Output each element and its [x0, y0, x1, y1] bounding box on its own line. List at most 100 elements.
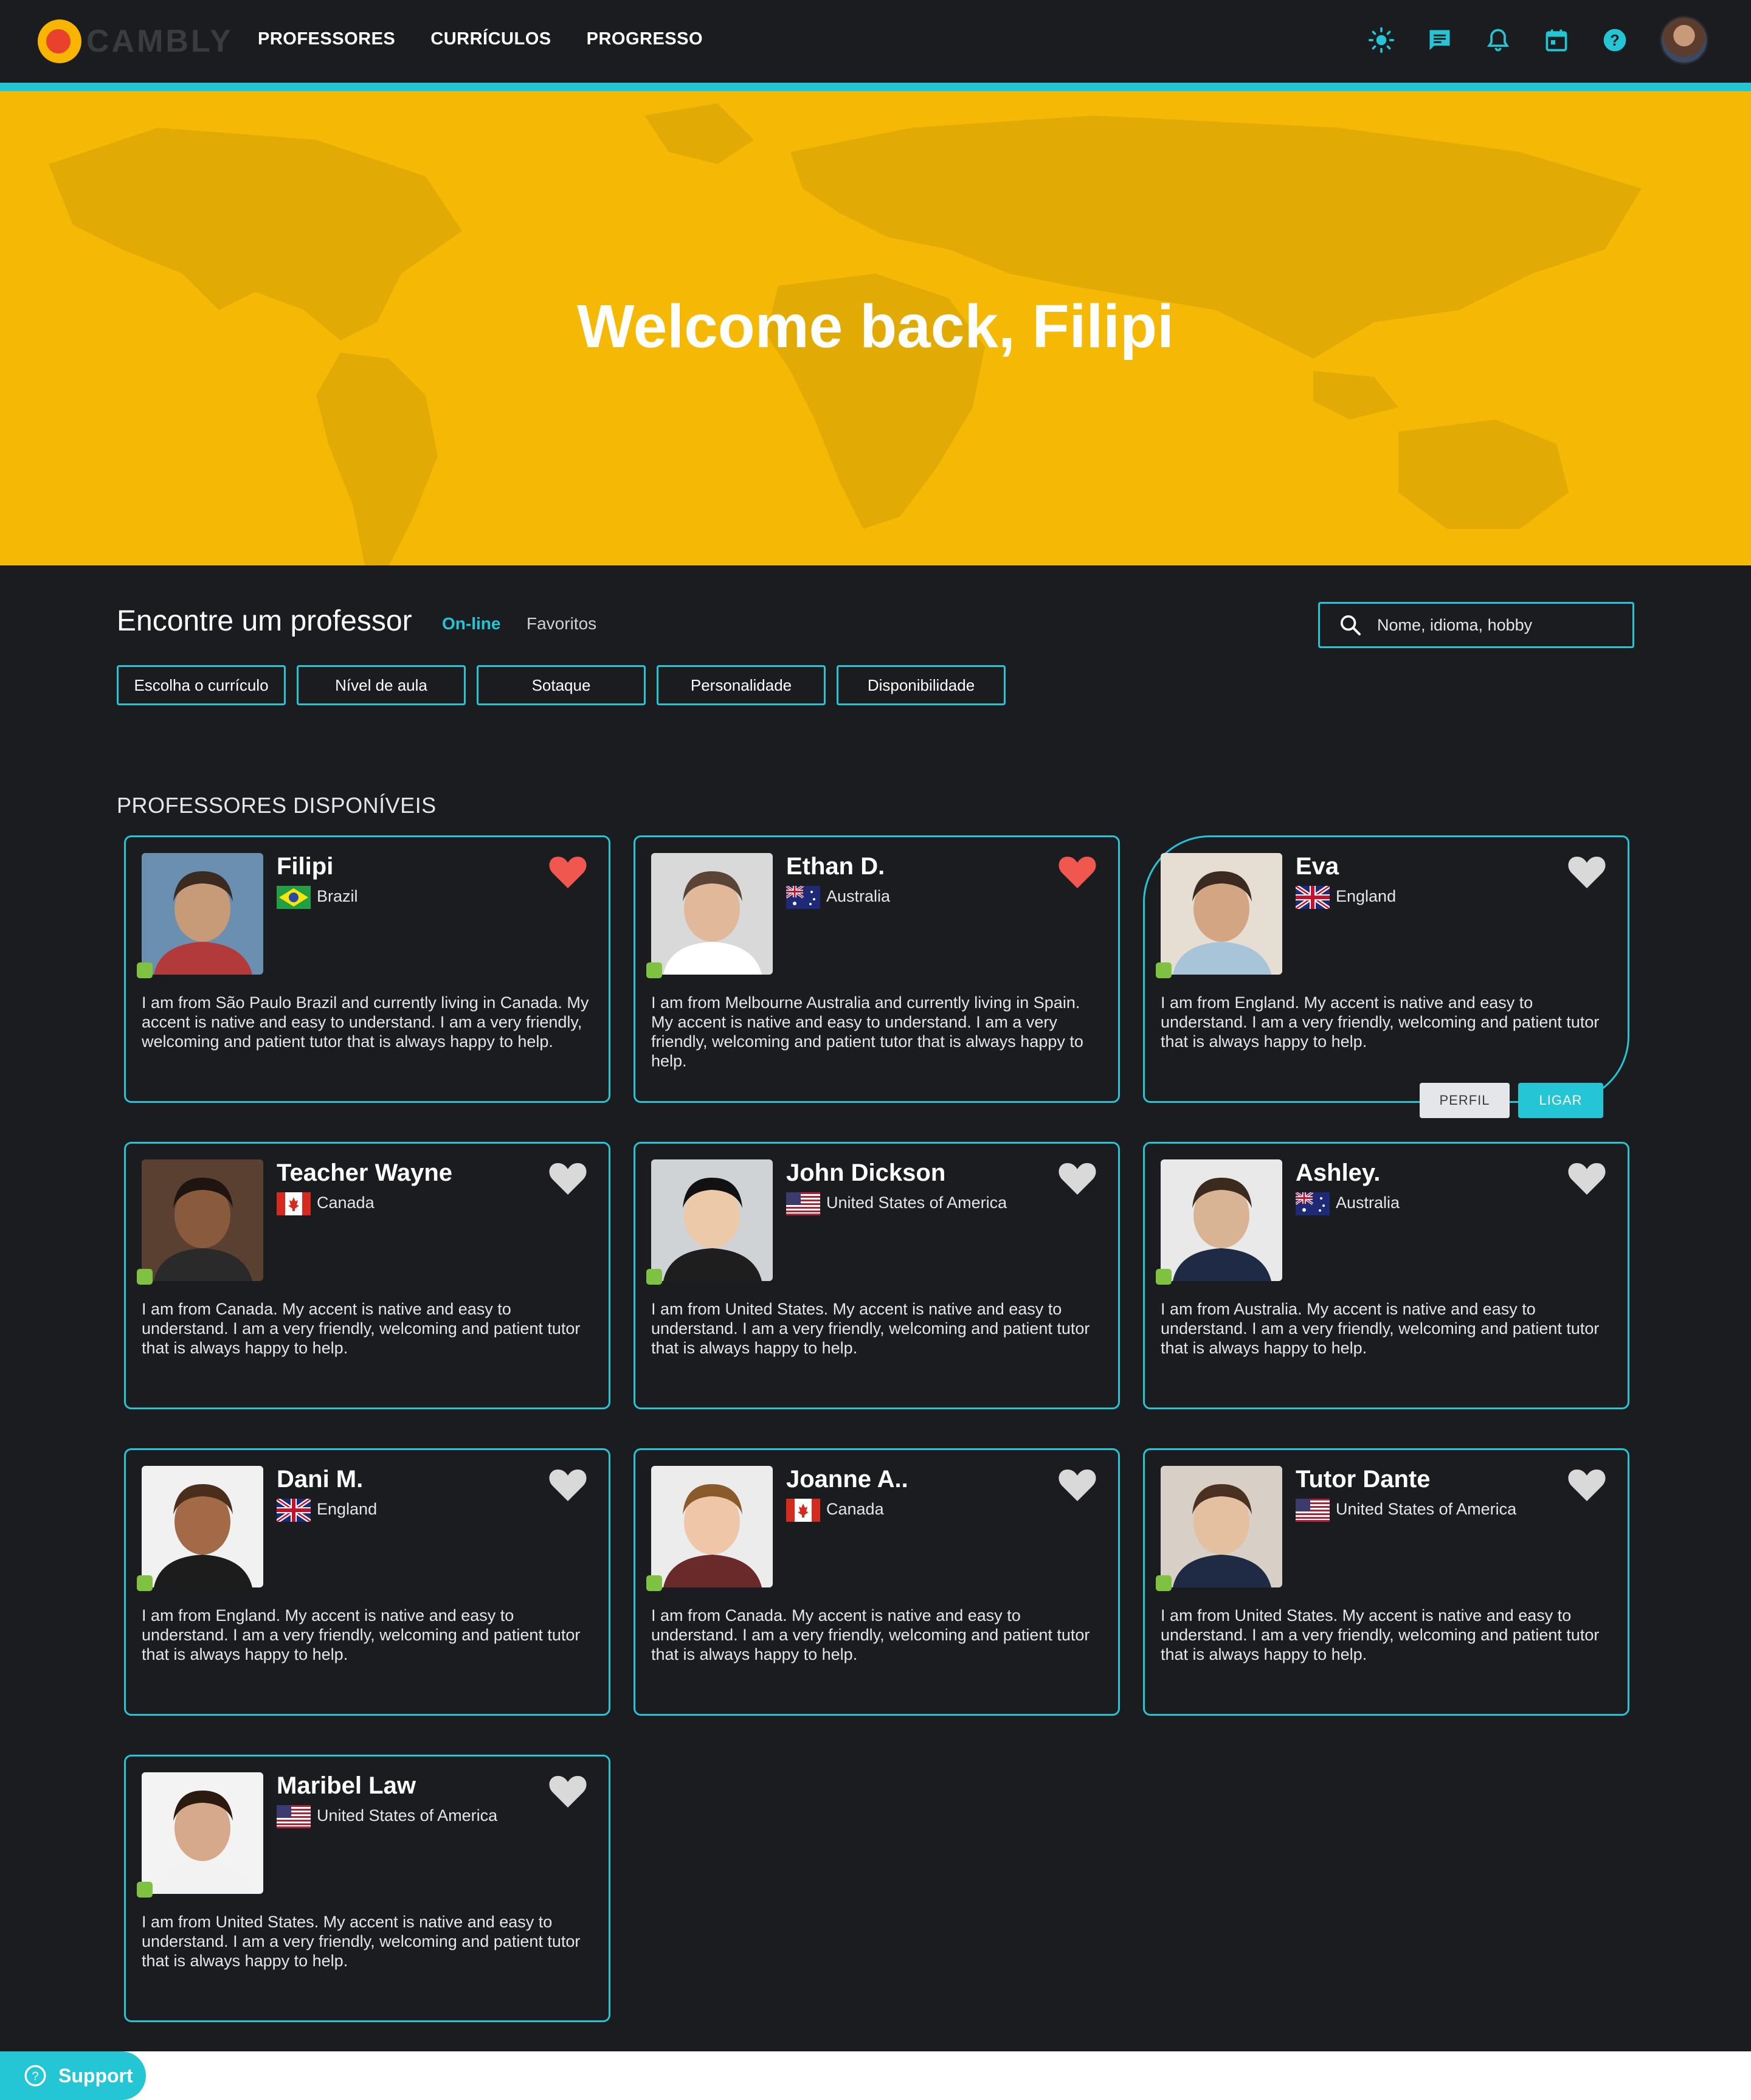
footer-bar [0, 2051, 1751, 2100]
favorite-heart-icon[interactable] [548, 1467, 588, 1504]
welcome-hero-banner: Welcome back, Filipi [0, 91, 1751, 565]
favorite-heart-icon[interactable] [1057, 1467, 1097, 1504]
brazil-flag-icon [277, 886, 311, 909]
teacher-card[interactable]: Eva England I am from England. My accent i… [1143, 835, 1629, 1118]
canada-flag-icon [786, 1499, 820, 1522]
filter-accent[interactable]: Sotaque [477, 665, 646, 705]
svg-text:?: ? [32, 2070, 38, 2084]
favorite-heart-icon[interactable] [1567, 1467, 1607, 1504]
teacher-country: United States of America [826, 1193, 1007, 1212]
calendar-icon[interactable] [1543, 27, 1570, 54]
teacher-photo[interactable] [142, 1772, 263, 1894]
tab-favorites[interactable]: Favoritos [527, 614, 596, 634]
uk-flag-icon [1296, 886, 1330, 909]
header-accent-line [0, 83, 1751, 91]
header-actions: ? [1368, 16, 1708, 64]
teacher-name: Joanne A.. [786, 1466, 908, 1493]
online-status-indicator [1156, 1269, 1172, 1285]
profile-button[interactable]: PERFIL [1420, 1083, 1510, 1118]
help-circle-icon: ? [24, 2065, 46, 2087]
australia-flag-icon [786, 886, 820, 909]
online-status-indicator [137, 1882, 153, 1898]
teacher-country: Canada [826, 1500, 884, 1518]
teacher-country: Brazil [317, 887, 358, 905]
nav-curriculos[interactable]: CURRÍCULOS [430, 29, 551, 49]
online-status-indicator [646, 1269, 662, 1285]
canada-flag-icon [277, 1192, 311, 1215]
teacher-photo[interactable] [142, 1466, 263, 1587]
teacher-name: Maribel Law [277, 1772, 416, 1799]
teacher-photo[interactable] [651, 853, 773, 975]
online-status-indicator [137, 1575, 153, 1591]
theme-sun-icon[interactable] [1368, 27, 1395, 54]
main-nav: PROFESSORES CURRÍCULOS PROGRESSO [258, 29, 703, 49]
teacher-name: John Dickson [786, 1159, 946, 1186]
search-input[interactable] [1377, 615, 1620, 635]
australia-flag-icon [1296, 1192, 1330, 1215]
teacher-card[interactable]: Ethan D. Australia I am from Melbourne Aus… [634, 835, 1120, 1103]
cambly-logo[interactable]: CAMBLY [38, 17, 233, 66]
favorite-heart-icon[interactable] [1567, 1161, 1607, 1197]
favorite-heart-icon[interactable] [548, 1161, 588, 1197]
teacher-name: Dani M. [277, 1466, 364, 1493]
teacher-country: United States of America [317, 1806, 498, 1825]
help-icon[interactable]: ? [1601, 27, 1628, 54]
teacher-photo[interactable] [651, 1466, 773, 1587]
teacher-card[interactable]: Teacher Wayne Canada I am from Canada. My … [124, 1142, 610, 1409]
teacher-country: United States of America [1336, 1500, 1517, 1518]
teacher-card[interactable]: John Dickson United States of America I am… [634, 1142, 1120, 1409]
support-button[interactable]: ? Support [0, 2051, 146, 2100]
teacher-photo[interactable] [1161, 853, 1282, 975]
teacher-name: Tutor Dante [1296, 1466, 1431, 1493]
nav-progresso[interactable]: PROGRESSO [587, 29, 703, 49]
favorite-heart-icon[interactable] [1567, 854, 1607, 891]
teacher-country: England [1336, 887, 1397, 905]
teacher-country: Australia [1336, 1193, 1400, 1212]
teacher-card[interactable]: Dani M. England I am from England. My acce… [124, 1448, 610, 1716]
online-status-indicator [646, 962, 662, 978]
favorite-heart-icon[interactable] [1057, 1161, 1097, 1197]
bird-logo-icon [38, 19, 81, 63]
teacher-bio: I am from Melbourne Australia and curren… [651, 993, 1083, 1070]
user-avatar[interactable] [1660, 16, 1708, 64]
favorite-heart-icon[interactable] [548, 1774, 588, 1810]
teacher-card[interactable]: Tutor Dante United States of America I am … [1143, 1448, 1629, 1716]
teacher-photo[interactable] [142, 1159, 263, 1281]
teacher-name: Ethan D. [786, 853, 885, 880]
teacher-card[interactable]: Filipi Brazil I am from São Paulo Brazil a… [124, 835, 610, 1103]
tab-online[interactable]: On-line [442, 614, 500, 634]
teacher-name: Filipi [277, 853, 334, 880]
filter-availability[interactable]: Disponibilidade [837, 665, 1006, 705]
filter-personality[interactable]: Personalidade [657, 665, 826, 705]
uk-flag-icon [277, 1499, 311, 1522]
teacher-name: Teacher Wayne [277, 1159, 453, 1186]
favorite-heart-icon[interactable] [1057, 854, 1097, 891]
notifications-bell-icon[interactable] [1485, 27, 1511, 54]
nav-professores[interactable]: PROFESSORES [258, 29, 395, 49]
chat-icon[interactable] [1426, 27, 1453, 54]
teacher-bio: I am from England. My accent is native a… [142, 1606, 581, 1663]
teacher-photo[interactable] [651, 1159, 773, 1281]
teacher-bio: I am from United States. My accent is na… [1161, 1606, 1600, 1663]
favorite-heart-icon[interactable] [548, 854, 588, 891]
call-button[interactable]: LIGAR [1518, 1083, 1603, 1118]
usa-flag-icon [786, 1192, 820, 1215]
available-teachers-heading: PROFESSORES DISPONÍVEIS [117, 793, 437, 818]
teacher-search-box[interactable] [1318, 602, 1634, 648]
teacher-name: Ashley. [1296, 1159, 1381, 1186]
filter-level[interactable]: Nível de aula [297, 665, 466, 705]
teacher-card[interactable]: Ashley. Australia I am from Australia. My … [1143, 1142, 1629, 1409]
teacher-photo[interactable] [1161, 1159, 1282, 1281]
online-status-indicator [1156, 962, 1172, 978]
teacher-card[interactable]: Joanne A.. Canada I am from Canada. My acc… [634, 1448, 1120, 1716]
usa-flag-icon [1296, 1499, 1330, 1522]
teacher-photo[interactable] [142, 853, 263, 975]
online-status-indicator [137, 962, 153, 978]
teacher-photo[interactable] [1161, 1466, 1282, 1587]
teacher-card[interactable]: Maribel Law United States of America I am … [124, 1755, 610, 2022]
teacher-bio: I am from Australia. My accent is native… [1161, 1300, 1600, 1357]
support-label: Support [58, 2064, 133, 2087]
filter-curriculum[interactable]: Escolha o currículo [117, 665, 286, 705]
online-status-indicator [1156, 1575, 1172, 1591]
teacher-name: Eva [1296, 853, 1339, 880]
